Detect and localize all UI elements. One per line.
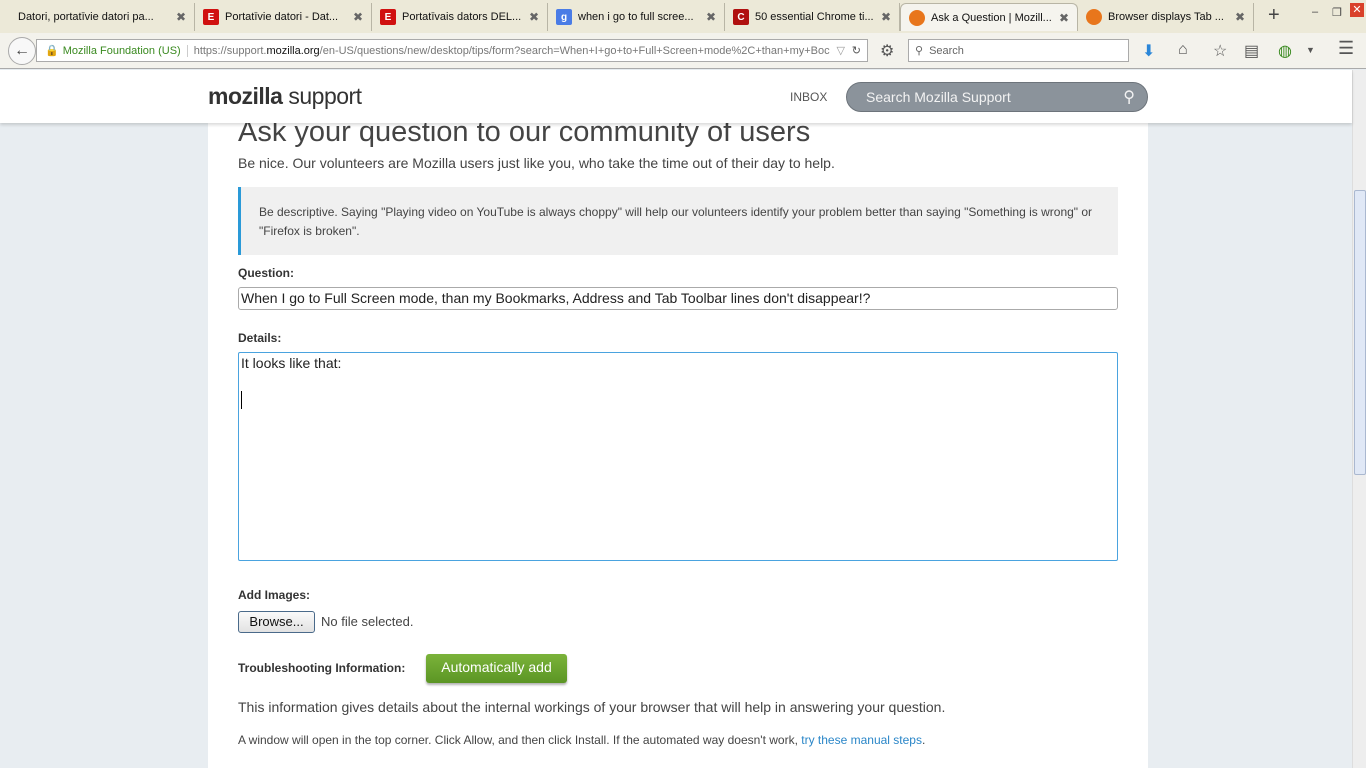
c-icon: C	[733, 9, 749, 25]
manual-steps-link[interactable]: try these manual steps	[801, 733, 922, 747]
page-subtitle: Be nice. Our volunteers are Mozilla user…	[238, 155, 835, 171]
question-input[interactable]: When I go to Full Screen mode, than my B…	[238, 287, 1118, 310]
tab-title: Datori, portatīvie datori pa...	[18, 11, 154, 23]
browse-button[interactable]: Browse...	[238, 611, 315, 633]
addon-icon[interactable]: ⚙	[880, 41, 894, 61]
site-header: mozilla support INBOX Search Mozilla Sup…	[0, 70, 1352, 123]
close-tab-icon[interactable]: ✖	[353, 10, 363, 24]
details-label: Details:	[238, 331, 282, 345]
lock-icon: 🔒	[45, 45, 59, 57]
close-tab-icon[interactable]: ✖	[1235, 10, 1245, 24]
minimize-button[interactable]: –	[1312, 6, 1318, 18]
dropdown-icon[interactable]: ▽	[837, 44, 845, 57]
question-form: Ask your question to our community of us…	[208, 116, 1148, 768]
url-prefix: https://support.	[193, 44, 267, 57]
search-icon: ⚲	[915, 45, 924, 57]
globe-pdf-icon[interactable]: ◍	[1278, 41, 1292, 61]
tab-title: Browser displays Tab ...	[1108, 11, 1224, 23]
url-bar[interactable]: 🔒 Mozilla Foundation (US) https://suppor…	[36, 39, 868, 62]
close-tab-icon[interactable]: ✖	[176, 10, 186, 24]
search-icon[interactable]: ⚲	[1123, 87, 1135, 107]
details-text: It looks like that:	[241, 355, 342, 371]
window-end: .	[921, 733, 926, 747]
site-search-placeholder: Search Mozilla Support	[866, 89, 1011, 105]
site-identity[interactable]: Mozilla Foundation (US)	[63, 44, 188, 57]
tab[interactable]: E Portatīvais dators DEL... ✖	[372, 3, 548, 31]
tab[interactable]: g when i go to full scree... ✖	[548, 3, 725, 31]
home-icon[interactable]: ⌂	[1178, 41, 1188, 59]
e-icon: E	[203, 9, 219, 25]
window-instructions: A window will open in the top corner. Cl…	[238, 733, 925, 747]
restore-button[interactable]: ❐	[1332, 6, 1342, 19]
tab-bar: Datori, portatīvie datori pa... ✖ E Portatī…	[0, 0, 1366, 33]
search-placeholder: Search	[929, 44, 964, 57]
troubleshooting-label: Troubleshooting Information:	[238, 661, 406, 675]
scrollbar-thumb[interactable]	[1354, 190, 1366, 475]
vertical-scrollbar[interactable]	[1352, 70, 1366, 768]
new-tab-button[interactable]: +	[1268, 4, 1280, 27]
question-label: Question:	[238, 266, 294, 280]
info-text: This information gives details about the…	[238, 699, 946, 715]
tab-title: Portatīvie datori - Dat...	[225, 11, 339, 23]
close-tab-icon[interactable]: ✖	[529, 10, 539, 24]
mozilla-support-logo[interactable]: mozilla support	[208, 83, 362, 110]
close-tab-icon[interactable]: ✖	[881, 10, 891, 24]
automatically-add-button[interactable]: Automatically add	[426, 654, 567, 683]
close-tab-icon[interactable]: ✖	[1059, 11, 1069, 25]
inbox-link[interactable]: INBOX	[790, 90, 827, 104]
dropdown-arrow-icon[interactable]: ▼	[1306, 45, 1315, 55]
firefox-icon	[1086, 9, 1102, 25]
firefox-icon	[909, 9, 925, 26]
url-rest: /en-US/questions/new/desktop/tips/form?s…	[319, 44, 830, 57]
logo-rest: support	[282, 83, 362, 109]
tab[interactable]: C 50 essential Chrome ti... ✖	[725, 3, 900, 31]
search-input[interactable]: ⚲ Search	[908, 39, 1129, 62]
close-window-button[interactable]: ✕	[1350, 3, 1364, 17]
tab-title: Portatīvais dators DEL...	[402, 11, 522, 23]
tab[interactable]: Ask a Question | Mozill... ✖	[900, 3, 1078, 31]
tab[interactable]: Datori, portatīvie datori pa... ✖	[10, 3, 195, 31]
google-icon: g	[556, 9, 572, 25]
text-caret	[241, 391, 242, 409]
close-tab-icon[interactable]: ✖	[706, 10, 716, 24]
menu-icon[interactable]: ☰	[1338, 38, 1354, 59]
add-images-label: Add Images:	[238, 588, 311, 602]
file-status: No file selected.	[321, 614, 414, 629]
e-icon: E	[380, 9, 396, 25]
navigation-bar: ← 🔒 Mozilla Foundation (US) https://supp…	[0, 33, 1366, 69]
site-search-input[interactable]: Search Mozilla Support ⚲	[846, 82, 1148, 112]
bookmark-star-icon[interactable]: ☆	[1213, 41, 1227, 61]
reading-list-icon[interactable]: ▤	[1244, 41, 1259, 61]
tip-note: Be descriptive. Saying "Playing video on…	[238, 187, 1118, 255]
download-icon[interactable]: ⬇	[1142, 41, 1155, 61]
tab[interactable]: E Portatīvie datori - Dat... ✖	[195, 3, 372, 31]
logo-bold: mozilla	[208, 83, 283, 109]
details-textarea[interactable]: It looks like that:	[238, 352, 1118, 561]
back-button[interactable]: ←	[8, 37, 36, 65]
url-domain: mozilla.org	[266, 44, 320, 57]
reload-icon[interactable]: ↻	[852, 44, 861, 57]
window-text: A window will open in the top corner. Cl…	[238, 733, 802, 747]
tab-title: 50 essential Chrome ti...	[755, 11, 874, 23]
tab-title: when i go to full scree...	[578, 11, 694, 23]
tab-title: Ask a Question | Mozill...	[931, 11, 1052, 24]
tab[interactable]: Browser displays Tab ... ✖	[1078, 3, 1254, 31]
